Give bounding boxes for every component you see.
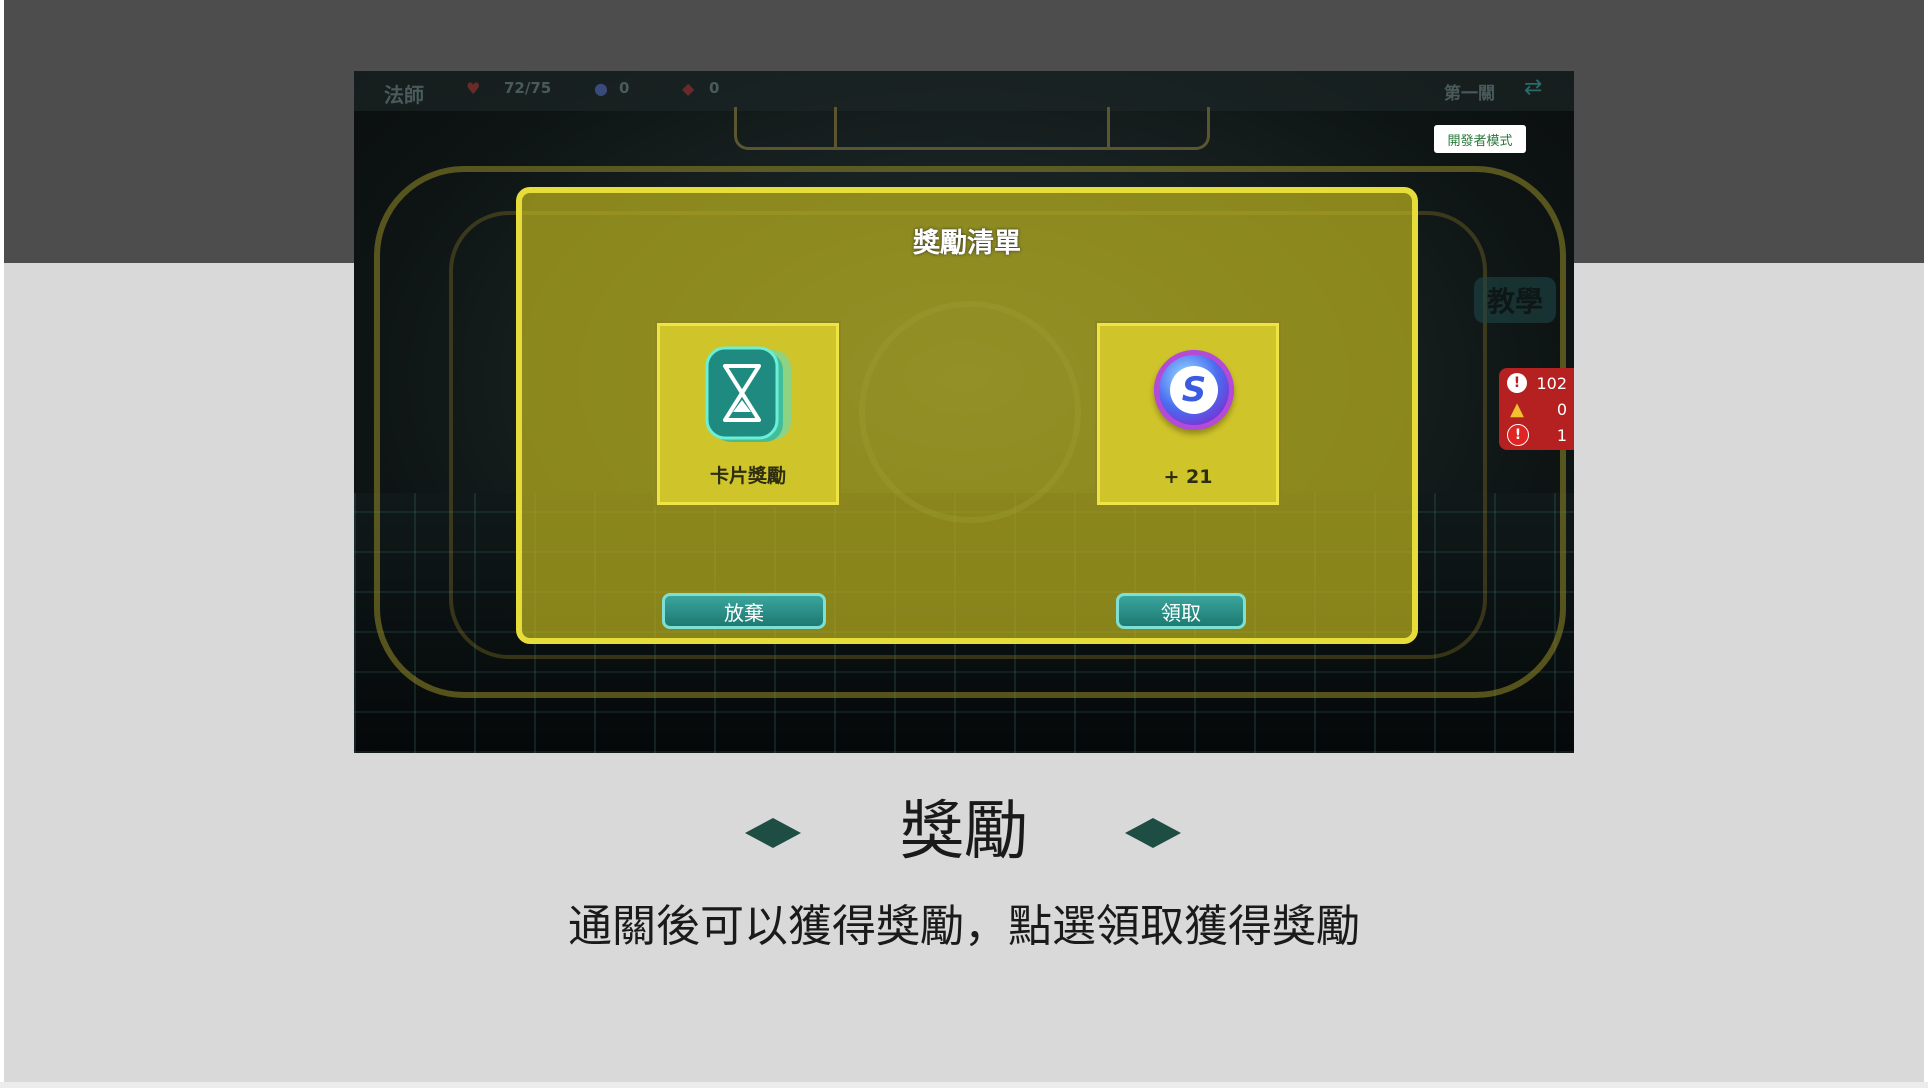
slide-bottom-edge: [0, 1082, 1928, 1088]
coin-letter: S: [1170, 366, 1218, 414]
exit-arrow-icon[interactable]: ⇄: [1524, 75, 1542, 100]
mana-icon: ●: [594, 79, 608, 98]
card-reward-tile[interactable]: 卡片獎勵: [657, 323, 839, 505]
hud-frame-inner: [834, 107, 1110, 147]
hud-character: 法師: [384, 83, 424, 107]
debug-error-count: 1: [1556, 425, 1567, 445]
debug-error-row: ! 1: [1507, 424, 1574, 446]
tutorial-button[interactable]: 教學: [1474, 277, 1556, 323]
top-hud: 法師 ♥ 72/75 ● 0 ◆ 0 第一關 ⇄: [354, 71, 1574, 111]
hud-mana: 0: [619, 79, 630, 97]
debug-warning-count: 0: [1556, 399, 1567, 419]
debug-info-row: ! 102: [1507, 372, 1574, 394]
info-icon: !: [1507, 373, 1527, 393]
caption-title: 獎勵: [900, 795, 1028, 869]
coin-reward-tile[interactable]: S + 21: [1097, 323, 1279, 505]
s-coin-icon: S: [1154, 350, 1234, 430]
gem-icon: ◆: [682, 79, 695, 98]
diamond-right-icon: [1125, 818, 1181, 848]
hud-stage: 第一關: [1444, 84, 1495, 104]
slide: 法師 ♥ 72/75 ● 0 ◆ 0 第一關 ⇄ 開發者模式 教學 ! 102 …: [4, 0, 1924, 1082]
abandon-button[interactable]: 放棄: [662, 593, 826, 629]
coin-reward-label: + 21: [1163, 466, 1213, 488]
warning-icon: ▲: [1510, 398, 1524, 420]
caption-subtitle: 通關後可以獲得獎勵，點選領取獲得獎勵: [568, 901, 1360, 952]
reward-dialog: 獎勵清單 卡片獎勵 S + 21 放棄 領取: [516, 187, 1418, 644]
hud-hp: 72/75: [504, 79, 552, 97]
debug-info-count: 102: [1536, 373, 1567, 393]
card-reward-label: 卡片獎勵: [709, 465, 786, 487]
hud-gems: 0: [709, 79, 720, 97]
dev-mode-button[interactable]: 開發者模式: [1434, 125, 1526, 153]
heart-icon: ♥: [466, 79, 481, 98]
hourglass-card-icon: [705, 346, 791, 442]
reward-dialog-title: 獎勵清單: [913, 228, 1021, 259]
debug-counter-panel[interactable]: ! 102 ▲ 0 ! 1: [1499, 368, 1574, 450]
debug-warning-row: ▲ 0: [1507, 398, 1574, 420]
game-screenshot: 法師 ♥ 72/75 ● 0 ◆ 0 第一關 ⇄ 開發者模式 教學 ! 102 …: [354, 71, 1574, 753]
error-icon: !: [1507, 424, 1529, 446]
claim-button[interactable]: 領取: [1116, 593, 1246, 629]
